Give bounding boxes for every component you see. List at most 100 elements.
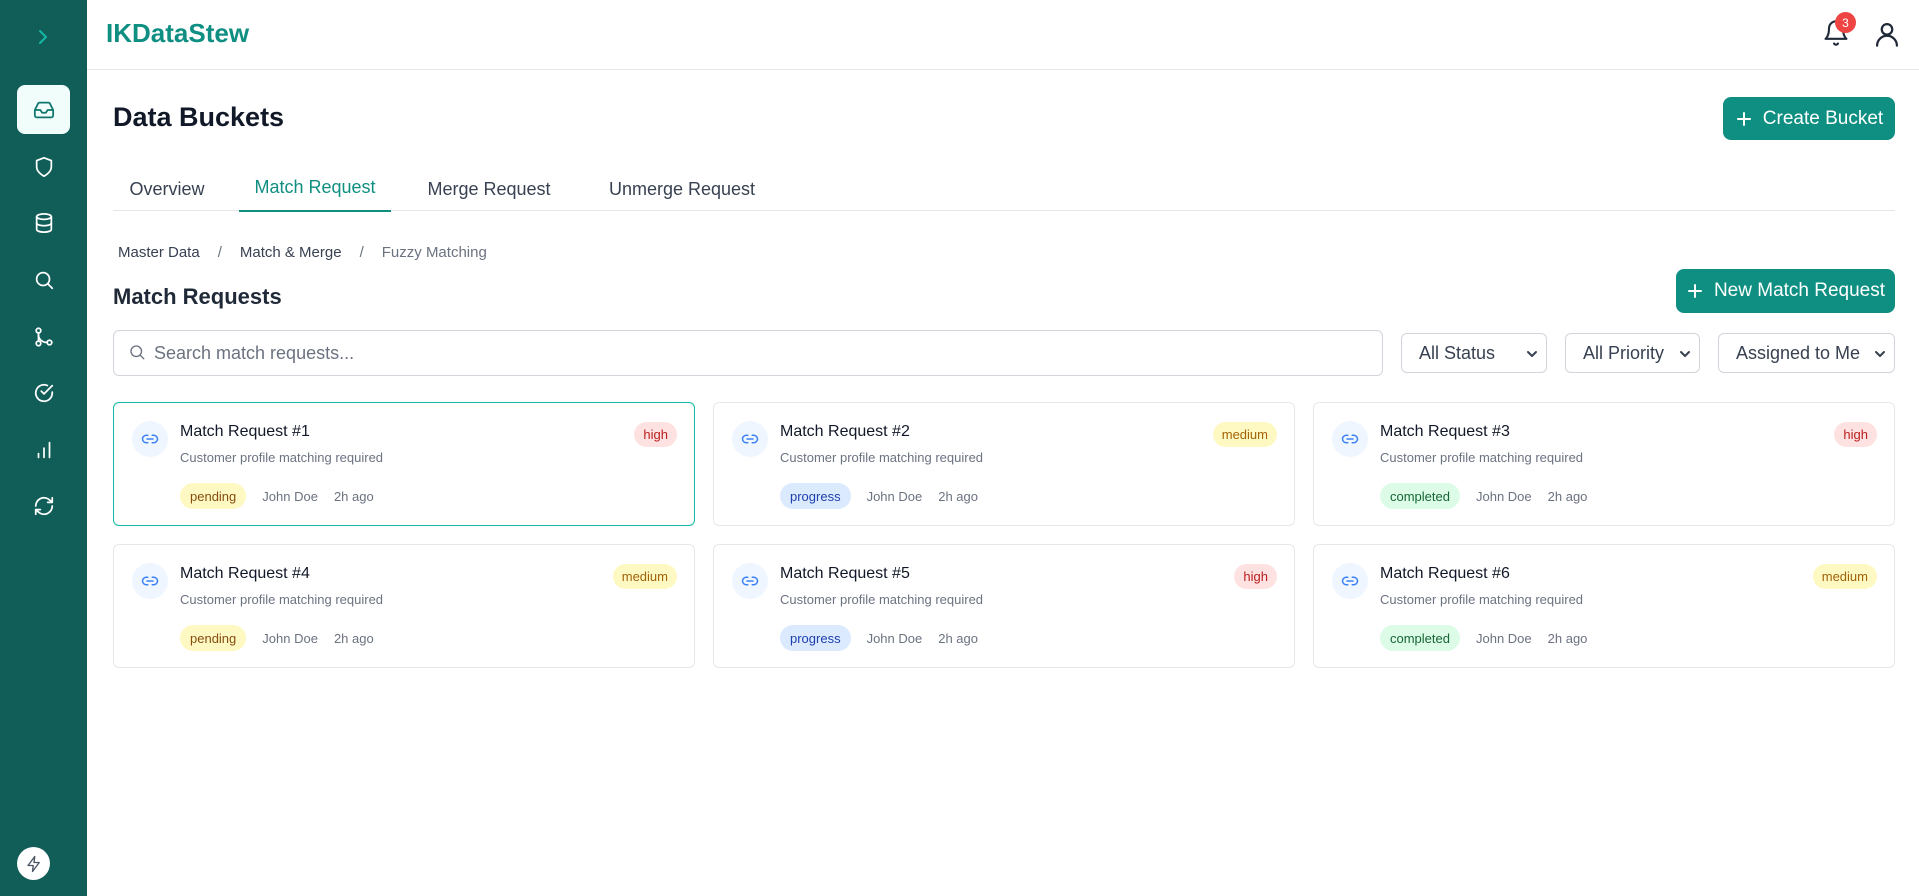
tab-bar: Overview Match Request Merge Request Unm… [113,168,1895,212]
sidebar [0,0,87,896]
status-badge: progress [780,625,851,651]
sidebar-item-tasks[interactable] [17,368,70,417]
inbox-icon [33,101,54,118]
match-request-card[interactable]: Match Request #3 Customer profile matchi… [1313,402,1895,526]
assignee-name: John Doe [262,488,318,504]
chevron-down-icon [1527,351,1537,357]
card-description: Customer profile matching required [1380,592,1584,607]
status-badge: pending [180,483,247,509]
match-request-card[interactable]: Match Request #2 Customer profile matchi… [713,402,1295,526]
status-badge: completed [1380,483,1460,509]
card-meta: pending John Doe 2h ago [180,483,374,509]
tab-match-request[interactable]: Match Request [239,168,391,212]
git-branch-icon [34,326,53,347]
breadcrumb: Master Data / Match & Merge / Fuzzy Matc… [118,244,487,261]
sidebar-item-search[interactable] [17,255,70,304]
card-title: Match Request #5 [780,565,910,582]
link-icon [741,576,759,586]
status-filter-select[interactable]: All Status [1401,333,1547,373]
new-match-request-button[interactable]: New Match Request [1676,269,1895,313]
sidebar-item-workflow[interactable] [17,312,70,361]
card-description: Customer profile matching required [780,450,984,465]
priority-filter-select[interactable]: All Priority [1565,333,1700,373]
card-description: Customer profile matching required [180,450,384,465]
card-description: Customer profile matching required [1380,450,1584,465]
page-title: Data Buckets [113,102,285,132]
plus-icon [1736,111,1751,126]
link-icon [141,576,159,586]
breadcrumb-match-merge[interactable]: Match & Merge [240,244,342,261]
card-title: Match Request #4 [180,565,310,582]
card-meta: pending John Doe 2h ago [180,625,374,651]
breadcrumb-master-data[interactable]: Master Data [118,244,200,261]
link-icon-badge [732,563,768,599]
check-circle-icon [34,383,53,402]
tab-merge-request[interactable]: Merge Request [409,168,569,211]
expand-sidebar-chevron-icon[interactable] [30,26,56,48]
assignee-name: John Doe [866,488,923,504]
search-input[interactable] [114,331,1382,375]
link-icon-badge [1332,563,1368,599]
refresh-icon [34,496,53,515]
assignee-filter-value: Assigned to Me [1736,342,1861,363]
sidebar-item-sync[interactable] [17,481,70,530]
priority-badge: medium [1212,422,1277,447]
priority-badge: high [634,422,677,447]
updated-time: 2h ago [1547,488,1588,504]
match-request-card[interactable]: Match Request #4 Customer profile matchi… [113,544,695,668]
lightning-icon [26,855,40,872]
card-meta: progress John Doe 2h ago [780,483,978,509]
link-icon [141,434,159,444]
priority-badge: medium [1812,564,1877,589]
link-icon-badge [132,421,168,457]
bar-chart-icon [37,441,50,458]
match-request-card[interactable]: Match Request #5 Customer profile matchi… [713,544,1295,668]
app-brand: IKDataStew [106,18,250,48]
card-meta: progress John Doe 2h ago [780,625,978,651]
assignee-name: John Doe [1475,630,1532,646]
assignee-filter-select[interactable]: Assigned to Me [1718,333,1895,373]
notification-count-badge: 3 [1835,12,1856,33]
database-icon [35,212,52,233]
card-title: Match Request #2 [780,423,910,440]
assignee-name: John Doe [262,630,318,646]
tab-unmerge-request[interactable]: Unmerge Request [587,168,777,211]
updated-time: 2h ago [333,630,374,646]
tab-overview[interactable]: Overview [113,168,221,211]
card-description: Customer profile matching required [180,592,384,607]
card-title: Match Request #1 [180,423,310,440]
link-icon [1341,434,1359,444]
user-icon [1875,22,1899,47]
breadcrumb-separator: / [217,244,222,261]
card-title: Match Request #3 [1380,423,1510,440]
updated-time: 2h ago [333,488,374,504]
quick-actions-button[interactable] [17,847,50,880]
card-description: Customer profile matching required [780,592,984,607]
sidebar-item-analytics[interactable] [17,425,70,474]
shield-icon [35,156,52,177]
card-title: Match Request #6 [1380,565,1510,582]
updated-time: 2h ago [1547,630,1588,646]
link-icon [1341,576,1359,586]
create-bucket-label: Create Bucket [1762,107,1884,129]
match-request-card[interactable]: Match Request #1 Customer profile matchi… [113,402,695,526]
link-icon-badge [1332,421,1368,457]
priority-badge: high [1834,422,1877,447]
updated-time: 2h ago [938,488,978,504]
chevron-down-icon [1680,351,1690,357]
user-menu-button[interactable] [1873,20,1901,48]
sidebar-item-database[interactable] [17,198,70,247]
priority-badge: medium [612,564,677,589]
link-icon [741,434,759,444]
card-meta: completed John Doe 2h ago [1380,483,1587,509]
status-badge: pending [180,625,247,651]
priority-filter-value: All Priority [1583,342,1665,363]
breadcrumb-fuzzy-matching: Fuzzy Matching [381,244,487,261]
assignee-name: John Doe [866,630,923,646]
sidebar-item-inbox[interactable] [17,85,70,134]
sidebar-item-security[interactable] [17,142,70,191]
match-request-card[interactable]: Match Request #6 Customer profile matchi… [1313,544,1895,668]
card-meta: completed John Doe 2h ago [1380,625,1587,651]
create-bucket-button[interactable]: Create Bucket [1723,97,1895,140]
link-icon-badge [732,421,768,457]
